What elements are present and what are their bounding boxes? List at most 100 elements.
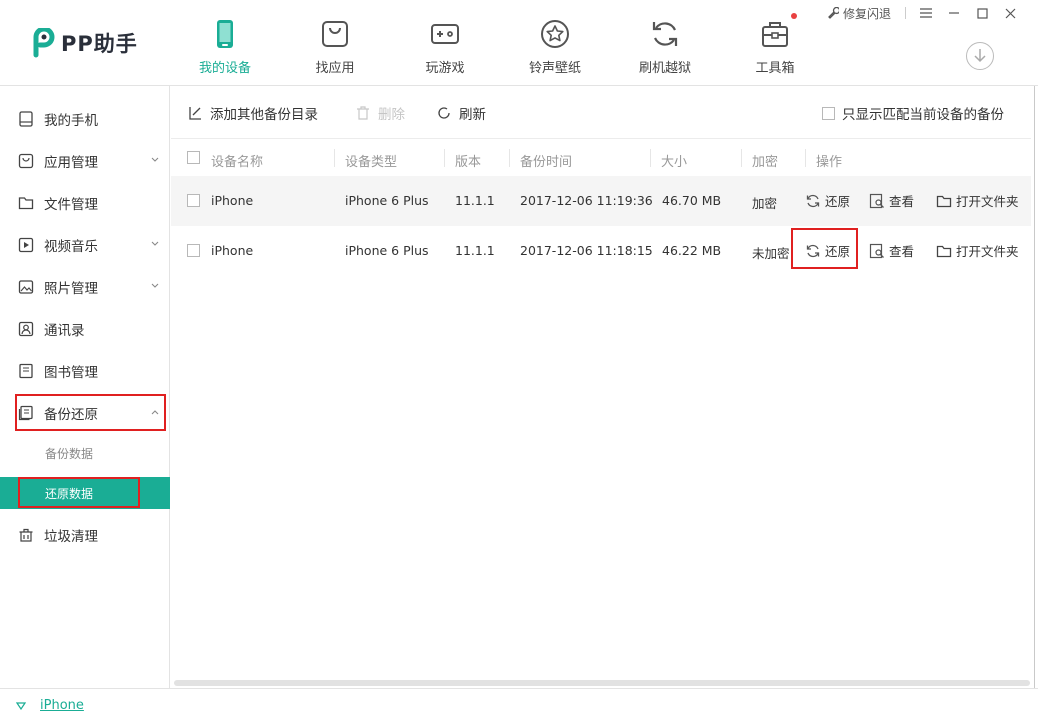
sidebar-item-photo-manage[interactable]: 照片管理 — [0, 266, 170, 308]
sidebar-sub-backup-data[interactable]: 备份数据 — [0, 437, 170, 469]
column-header: 设备类型 — [345, 151, 397, 170]
chevron-down-icon — [150, 281, 160, 291]
open-folder-button[interactable]: 打开文件夹 — [936, 191, 1019, 210]
restore-button[interactable]: 还原 — [805, 241, 850, 260]
download-icon — [967, 43, 993, 69]
column-header: 设备名称 — [211, 151, 263, 170]
app-bag-icon — [320, 18, 350, 50]
nav-label: 找应用 — [280, 57, 390, 76]
view-label: 查看 — [889, 241, 914, 260]
toolbox-icon — [760, 18, 790, 50]
nav-label: 刷机越狱 — [610, 57, 720, 76]
refresh-label: 刷新 — [459, 103, 486, 123]
toolbar: 添加其他备份目录 删除 刷新 只显示匹配当前设备的备份 — [171, 86, 1031, 138]
view-button[interactable]: 查看 — [869, 241, 914, 260]
nav-my-device[interactable]: 我的设备 — [170, 0, 280, 86]
device-name: iPhone — [211, 193, 253, 208]
nav-games[interactable]: 玩游戏 — [390, 0, 500, 86]
sidebar-item-video-music[interactable]: 视频音乐 — [0, 224, 170, 266]
table-row[interactable]: iPhone iPhone 6 Plus 11.1.1 2017-12-06 1… — [171, 176, 1031, 226]
play-icon — [18, 237, 34, 253]
checkbox[interactable] — [822, 107, 835, 120]
column-header: 操作 — [816, 151, 842, 170]
add-folder-icon — [187, 105, 203, 121]
window-edge-divider — [1034, 86, 1035, 688]
minimize-button[interactable] — [940, 4, 968, 22]
column-header: 备份时间 — [520, 151, 572, 170]
view-label: 查看 — [889, 191, 914, 210]
sidebar-item-label: 垃圾清理 — [44, 525, 98, 545]
trash-icon — [18, 527, 34, 543]
refresh-icon — [650, 18, 680, 50]
nav-toolbox[interactable]: 工具箱 — [720, 0, 830, 86]
sidebar-item-file-manage[interactable]: 文件管理 — [0, 182, 170, 224]
maximize-button[interactable] — [968, 4, 996, 22]
fix-crash-button[interactable]: 修复闪退 — [827, 5, 891, 22]
backup-size: 46.22 MB — [662, 243, 721, 258]
restore-label: 还原 — [825, 191, 850, 210]
view-icon — [869, 193, 885, 209]
column-divider — [741, 149, 742, 167]
sidebar-sub-restore-data[interactable]: 还原数据 — [0, 477, 170, 509]
close-icon — [1005, 8, 1016, 19]
maximize-icon — [977, 8, 988, 19]
add-backup-dir-label: 添加其他备份目录 — [210, 103, 318, 123]
sidebar-item-my-phone[interactable]: 我的手机 — [0, 98, 170, 140]
horizontal-scrollbar[interactable] — [174, 680, 1030, 686]
sidebar-item-label: 通讯录 — [44, 319, 85, 339]
row-checkbox[interactable] — [187, 244, 200, 257]
nav-find-apps[interactable]: 找应用 — [280, 0, 390, 86]
nav-label: 玩游戏 — [390, 57, 500, 76]
restore-icon — [805, 193, 821, 209]
delete-icon — [355, 105, 371, 121]
star-icon — [540, 18, 570, 50]
filter-label: 只显示匹配当前设备的备份 — [842, 103, 1004, 123]
sidebar-item-book-manage[interactable]: 图书管理 — [0, 350, 170, 392]
chevron-down-icon — [150, 239, 160, 249]
sidebar-item-label: 备份还原 — [44, 403, 98, 423]
close-button[interactable] — [996, 4, 1024, 22]
menu-icon — [920, 8, 932, 18]
triangle-down-icon — [16, 702, 26, 710]
chevron-down-icon — [150, 155, 160, 165]
sidebar-item-backup-restore[interactable]: 备份还原 — [0, 392, 170, 434]
row-checkbox[interactable] — [187, 194, 200, 207]
add-backup-dir-button[interactable]: 添加其他备份目录 — [187, 103, 318, 123]
column-divider — [650, 149, 651, 167]
sidebar-item-label: 照片管理 — [44, 277, 98, 297]
menu-button[interactable] — [912, 4, 940, 22]
fix-crash-label: 修复闪退 — [843, 5, 891, 22]
nav-flash-jailbreak[interactable]: 刷机越狱 — [610, 0, 720, 86]
refresh-button[interactable]: 刷新 — [436, 103, 486, 123]
app-icon — [18, 153, 34, 169]
device-type: iPhone 6 Plus — [345, 193, 429, 208]
delete-button[interactable]: 删除 — [355, 103, 405, 123]
book-icon — [18, 363, 34, 379]
column-header: 大小 — [661, 151, 687, 170]
nav-ringtones[interactable]: 铃声壁纸 — [500, 0, 610, 86]
restore-button[interactable]: 还原 — [805, 191, 850, 210]
select-all-checkbox[interactable] — [187, 151, 200, 164]
filter-current-device-checkbox[interactable]: 只显示匹配当前设备的备份 — [822, 103, 1004, 123]
open-folder-button[interactable]: 打开文件夹 — [936, 241, 1019, 260]
contacts-icon — [18, 321, 34, 337]
sidebar-item-app-manage[interactable]: 应用管理 — [0, 140, 170, 182]
column-divider — [444, 149, 445, 167]
wrench-icon — [827, 7, 839, 19]
column-header: 加密 — [752, 151, 778, 170]
sidebar-item-junk-clean[interactable]: 垃圾清理 — [0, 514, 170, 556]
open-folder-label: 打开文件夹 — [956, 191, 1019, 210]
phone-icon — [18, 111, 34, 127]
sidebar-item-label: 视频音乐 — [44, 235, 98, 255]
ios-version: 11.1.1 — [455, 193, 495, 208]
view-button[interactable]: 查看 — [869, 191, 914, 210]
sidebar-item-contacts[interactable]: 通讯录 — [0, 308, 170, 350]
device-name: iPhone — [211, 243, 253, 258]
table-row[interactable]: iPhone iPhone 6 Plus 11.1.1 2017-12-06 1… — [171, 226, 1031, 276]
device-type: iPhone 6 Plus — [345, 243, 429, 258]
sidebar-item-label: 应用管理 — [44, 151, 98, 171]
nav-label: 工具箱 — [720, 57, 830, 76]
table-header: 设备名称 设备类型 版本 备份时间 大小 加密 操作 — [171, 138, 1031, 176]
device-selector[interactable]: iPhone — [16, 698, 84, 713]
download-button[interactable] — [966, 42, 994, 70]
